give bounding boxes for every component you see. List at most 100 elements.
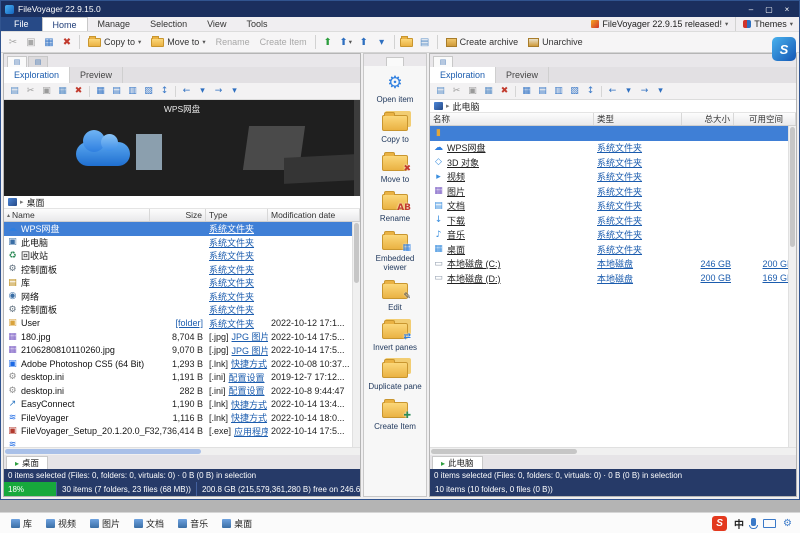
file-menu-button[interactable]: File — [1, 17, 42, 31]
announcement-button[interactable]: FileVoyager 22.9.15 released! ▾ — [591, 19, 728, 29]
column-header-size[interactable]: Size — [150, 209, 206, 221]
taskbar-item-音乐[interactable]: 音乐 — [171, 513, 215, 533]
forward-icon[interactable]: → — [211, 84, 226, 98]
view-content-icon[interactable]: ▧ — [567, 84, 582, 98]
tab-manage[interactable]: Manage — [88, 17, 141, 31]
file-row[interactable]: ☁WPS网盘系统文件夹 — [4, 222, 360, 236]
file-row[interactable]: ▦图片系统文件夹 — [430, 184, 796, 199]
file-row[interactable]: ▦桌面系统文件夹 — [430, 242, 796, 257]
preview-scrollbar[interactable] — [354, 100, 360, 196]
file-row[interactable]: ≋FileVoyager1,116 B[.lnk]快捷方式2022-10-14 … — [4, 411, 360, 425]
create-archive-button[interactable]: Create archive — [442, 34, 523, 51]
column-header-free-space[interactable]: 可用空间 — [734, 113, 796, 125]
column-header-name[interactable]: 名称 — [430, 113, 594, 125]
view-content-icon[interactable]: ▧ — [141, 84, 156, 98]
left-horizontal-scrollbar[interactable] — [4, 447, 360, 455]
view-list-icon[interactable]: ▤ — [535, 84, 550, 98]
themes-button[interactable]: Themes ▾ — [743, 19, 793, 29]
back-history-icon[interactable]: ▾ — [621, 84, 636, 98]
microphone-icon[interactable] — [751, 518, 756, 526]
settings-gear-icon[interactable]: ⚙ — [783, 518, 792, 529]
middle-invert-panes-button[interactable]: ⇄Invert panes — [364, 316, 426, 356]
file-row[interactable]: ▣此电脑系统文件夹 — [4, 236, 360, 250]
tab-view[interactable]: View — [197, 17, 236, 31]
new-file-icon[interactable]: ▤ — [417, 34, 433, 51]
copy-icon[interactable]: ▣ — [23, 34, 39, 51]
navigation-history-icon[interactable]: ▾ — [374, 34, 390, 51]
file-row[interactable]: ≋ — [4, 438, 360, 447]
maximize-button[interactable]: ▢ — [761, 3, 777, 15]
close-button[interactable]: × — [779, 3, 795, 15]
middle-edit-button[interactable]: ✎Edit — [364, 276, 426, 316]
view-large-icons-icon[interactable]: ▦ — [93, 84, 108, 98]
taskbar-item-桌面[interactable]: 桌面 — [215, 513, 259, 533]
new-tab-icon[interactable]: ▤ — [7, 84, 22, 98]
view-details-icon[interactable]: ▥ — [125, 84, 140, 98]
file-row[interactable]: ⚙desktop.ini282 B[.ini]配置设置2022-10-8 9:4… — [4, 384, 360, 398]
go-up-history-icon[interactable]: ⬆▾ — [338, 34, 354, 51]
sogou-input-logo[interactable]: S — [712, 516, 727, 531]
taskbar-item-视频[interactable]: 视频 — [39, 513, 83, 533]
tab-preview[interactable]: Preview — [70, 67, 123, 83]
column-header-type[interactable]: Type — [206, 209, 268, 221]
tab-tools[interactable]: Tools — [236, 17, 277, 31]
copy-to-button[interactable]: Copy to ▾ — [84, 34, 145, 51]
right-vertical-scrollbar[interactable] — [788, 126, 796, 447]
go-root-icon[interactable]: ⬆ — [356, 34, 372, 51]
keyboard-icon[interactable] — [763, 519, 776, 528]
file-row[interactable]: ▭本地磁盘 (D:)本地磁盘200 GB169 GB — [430, 271, 796, 286]
pane-tab-icon[interactable]: ▤ — [7, 56, 27, 67]
cut-icon[interactable]: ✂ — [449, 84, 464, 98]
right-horizontal-scrollbar[interactable] — [430, 447, 796, 455]
view-large-icons-icon[interactable]: ▦ — [519, 84, 534, 98]
middle-tab[interactable] — [386, 57, 404, 66]
taskbar-item-文档[interactable]: 文档 — [127, 513, 171, 533]
file-row[interactable]: ♪音乐系统文件夹 — [430, 228, 796, 243]
file-row[interactable]: ▦180.jpg8,704 B[.jpg]JPG 图片...2022-10-14… — [4, 330, 360, 344]
pane-tab-icon[interactable]: ▤ — [433, 56, 453, 67]
copy-icon[interactable]: ▣ — [39, 84, 54, 98]
file-row[interactable]: ↗EasyConnect1,190 B[.lnk]快捷方式2022-10-14 … — [4, 398, 360, 412]
middle-duplicate-pane-button[interactable]: Duplicate pane — [364, 355, 426, 395]
scrollbar-thumb[interactable] — [5, 449, 201, 454]
create-item-button[interactable]: Create Item — [256, 34, 311, 51]
go-up-icon[interactable]: ⬆ — [320, 34, 336, 51]
file-row[interactable]: ▸视频系统文件夹 — [430, 170, 796, 185]
file-row[interactable]: ◉网络系统文件夹 — [4, 290, 360, 304]
file-row[interactable]: ☁WPS网盘系统文件夹 — [430, 141, 796, 156]
delete-icon[interactable]: ✖ — [497, 84, 512, 98]
middle-move-to-button[interactable]: ✖Move to — [364, 148, 426, 188]
taskbar-item-图片[interactable]: 图片 — [83, 513, 127, 533]
forward-history-icon[interactable]: ▾ — [653, 84, 668, 98]
column-header-type[interactable]: 类型 — [594, 113, 682, 125]
file-row[interactable]: ⚙控制面板系统文件夹 — [4, 263, 360, 277]
file-row[interactable]: ⚙控制面板系统文件夹 — [4, 303, 360, 317]
pane-tab-icon[interactable]: ▤ — [28, 56, 48, 67]
move-to-button[interactable]: Move to ▾ — [147, 34, 209, 51]
back-icon[interactable]: ← — [605, 84, 620, 98]
forward-history-icon[interactable]: ▾ — [227, 84, 242, 98]
left-location-tab[interactable]: ▸ 桌面 — [6, 456, 48, 469]
file-row[interactable]: ▤文档系统文件夹 — [430, 199, 796, 214]
file-row[interactable]: ▭本地磁盘 (C:)本地磁盘246 GB200 GB — [430, 257, 796, 272]
middle-embedded-viewer-button[interactable]: ▦Embedded viewer — [364, 227, 426, 276]
new-tab-icon[interactable]: ▤ — [433, 84, 448, 98]
tab-preview[interactable]: Preview — [496, 67, 549, 83]
file-row[interactable]: ▣User[folder]系统文件夹2022-10-12 17:1... — [4, 317, 360, 331]
paste-icon[interactable]: ▦ — [481, 84, 496, 98]
file-row[interactable]: ◇3D 对象系统文件夹 — [430, 155, 796, 170]
scrollbar-thumb[interactable] — [790, 127, 795, 247]
right-address-bar[interactable]: ▸ 此电脑 — [430, 100, 796, 113]
delete-icon[interactable]: ✖ — [59, 34, 75, 51]
taskbar-item-库[interactable]: 库 — [4, 513, 39, 533]
new-folder-icon[interactable] — [399, 34, 415, 51]
left-vertical-scrollbar[interactable] — [352, 222, 360, 447]
column-header-date[interactable]: Modification date — [268, 209, 360, 221]
scrollbar-thumb[interactable] — [354, 223, 359, 283]
forward-icon[interactable]: → — [637, 84, 652, 98]
column-header-name[interactable]: ▴Name — [4, 209, 150, 221]
tab-home[interactable]: Home — [42, 17, 88, 31]
tab-exploration[interactable]: Exploration — [430, 67, 496, 83]
file-row[interactable]: ♻回收站系统文件夹 — [4, 249, 360, 263]
sort-icon[interactable]: ↕ — [583, 84, 598, 98]
